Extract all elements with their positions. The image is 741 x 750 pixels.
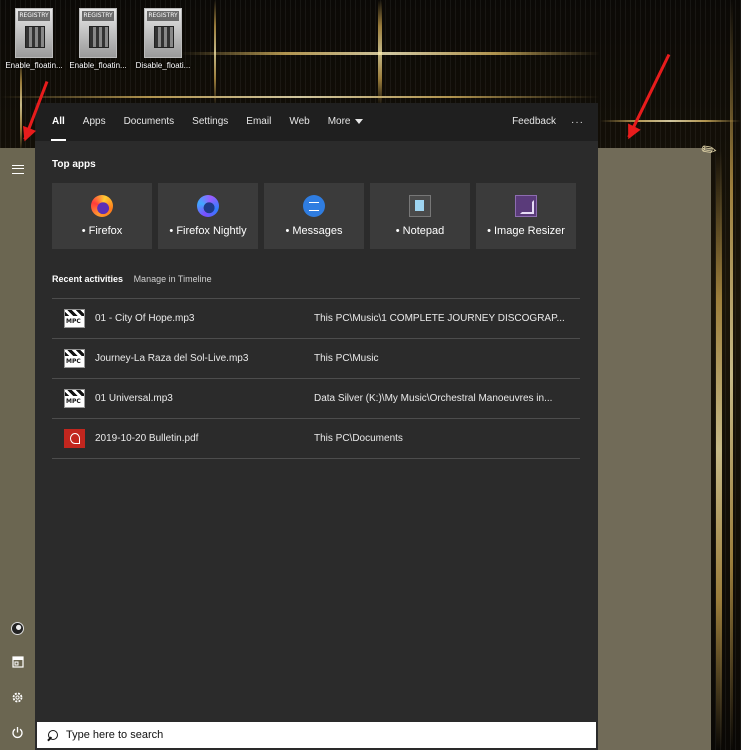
recent-item[interactable]: 01 - City Of Hope.mp3 This PC\Music\1 CO… — [52, 299, 580, 339]
recent-item-name: 01 - City Of Hope.mp3 — [95, 313, 195, 324]
registry-file-icon: REGISTRY — [79, 8, 117, 58]
app-tile-label: Image Resizer — [494, 225, 565, 237]
feedback-button[interactable]: Feedback — [503, 103, 565, 141]
wallpaper-streak — [730, 0, 733, 750]
desktop-icon-disable-floating[interactable]: REGISTRY Disable_floati... — [131, 8, 195, 70]
bullet: • — [81, 225, 86, 237]
avatar-icon — [11, 621, 24, 635]
hamburger-icon — [11, 164, 24, 174]
app-tile-notepad[interactable]: • Notepad — [370, 183, 470, 249]
notepad-icon — [409, 195, 431, 217]
wallpaper-streak — [214, 0, 216, 105]
bullet: • — [169, 225, 174, 237]
desktop-icon-label: Enable_floatin... — [69, 61, 127, 70]
desktop-icon-enable-floating-2[interactable]: REGISTRY Enable_floatin... — [66, 8, 130, 70]
registry-file-icon: REGISTRY — [15, 8, 53, 58]
messages-icon — [303, 195, 325, 217]
recent-item-path: This PC\Music — [314, 353, 379, 364]
tab-more[interactable]: More — [319, 103, 372, 141]
recent-item-name: 2019-10-20 Bulletin.pdf — [95, 433, 199, 444]
registry-badge: REGISTRY — [18, 11, 50, 21]
tab-email[interactable]: Email — [237, 103, 280, 141]
start-left-rail — [0, 148, 35, 750]
recent-item-path: This PC\Music\1 COMPLETE JOURNEY DISCOGR… — [314, 313, 565, 324]
firefox-icon — [91, 195, 113, 217]
app-tile-firefox-nightly[interactable]: • Firefox Nightly — [158, 183, 258, 249]
top-apps-title: Top apps — [52, 159, 96, 170]
wallpaper-streak — [600, 120, 741, 122]
wallpaper-streak — [180, 52, 600, 55]
app-tile-firefox[interactable]: • Firefox — [52, 183, 152, 249]
app-tile-label: Firefox Nightly — [176, 225, 247, 237]
bullet: • — [487, 225, 491, 237]
desktop-icon-enable-floating-1[interactable]: REGISTRY Enable_floatin... — [2, 8, 66, 70]
recent-activities-header: Recent activities Manage in Timeline — [52, 274, 212, 284]
mpc-file-icon — [64, 309, 85, 328]
search-placeholder: Type here to search — [66, 729, 164, 741]
power-button[interactable] — [0, 715, 35, 749]
registry-badge: REGISTRY — [82, 11, 114, 21]
bullet: • — [395, 225, 400, 237]
registry-badge: REGISTRY — [147, 11, 179, 21]
desktop-icon-label: Enable_floatin... — [5, 61, 63, 70]
recent-item[interactable]: Journey-La Raza del Sol-Live.mp3 This PC… — [52, 339, 580, 379]
wallpaper-streak — [716, 150, 722, 750]
recent-item[interactable]: 2019-10-20 Bulletin.pdf This PC\Document… — [52, 419, 580, 459]
recent-item-name: Journey-La Raza del Sol-Live.mp3 — [95, 353, 249, 364]
gear-icon — [12, 692, 23, 702]
taskbar-search-box[interactable]: Type here to search — [35, 720, 598, 750]
recent-activities-title: Recent activities — [52, 274, 124, 284]
app-tile-label: Messages — [292, 225, 343, 237]
search-flyout: All Apps Documents Settings Email Web Mo… — [35, 103, 598, 720]
start-right-panel — [598, 148, 711, 750]
more-options-button[interactable]: ··· — [565, 117, 598, 128]
tab-more-label: More — [327, 116, 351, 127]
document-icon — [11, 656, 24, 668]
user-account-button[interactable] — [0, 611, 35, 645]
chevron-down-icon — [354, 118, 363, 124]
search-icon — [47, 729, 58, 741]
registry-file-icon: REGISTRY — [144, 8, 182, 58]
recent-activities-list: 01 - City Of Hope.mp3 This PC\Music\1 CO… — [52, 298, 580, 459]
app-tile-label: Firefox — [88, 225, 123, 237]
wallpaper-streak — [378, 0, 382, 105]
recent-item[interactable]: 01 Universal.mp3 Data Silver (K:)\My Mus… — [52, 379, 580, 419]
mpc-file-icon — [64, 389, 85, 408]
mpc-file-icon — [64, 349, 85, 368]
desktop-icon-label: Disable_floati... — [135, 61, 191, 70]
power-icon — [12, 726, 23, 738]
tab-settings[interactable]: Settings — [183, 103, 237, 141]
pdf-file-icon — [64, 429, 85, 448]
documents-button[interactable] — [0, 645, 35, 679]
manage-timeline-link[interactable]: Manage in Timeline — [134, 274, 212, 284]
tab-documents[interactable]: Documents — [115, 103, 184, 141]
tab-apps[interactable]: Apps — [74, 103, 115, 141]
search-tabs-bar: All Apps Documents Settings Email Web Mo… — [35, 103, 598, 141]
firefox-nightly-icon — [197, 195, 219, 217]
top-apps-grid: • Firefox • Firefox Nightly • Messages •… — [52, 183, 576, 249]
hamburger-menu-button[interactable] — [0, 152, 35, 186]
tab-all[interactable]: All — [43, 103, 74, 141]
recent-item-path: This PC\Documents — [314, 433, 403, 444]
app-tile-label: Notepad — [402, 225, 445, 237]
wallpaper-streak — [0, 96, 600, 98]
settings-button[interactable] — [0, 680, 35, 714]
image-resizer-icon — [515, 195, 537, 217]
recent-item-path: Data Silver (K:)\My Music\Orchestral Man… — [314, 393, 553, 404]
recent-item-name: 01 Universal.mp3 — [95, 393, 173, 404]
app-tile-image-resizer[interactable]: • Image Resizer — [476, 183, 576, 249]
tab-web[interactable]: Web — [280, 103, 318, 141]
app-tile-messages[interactable]: • Messages — [264, 183, 364, 249]
bullet: • — [285, 225, 290, 237]
